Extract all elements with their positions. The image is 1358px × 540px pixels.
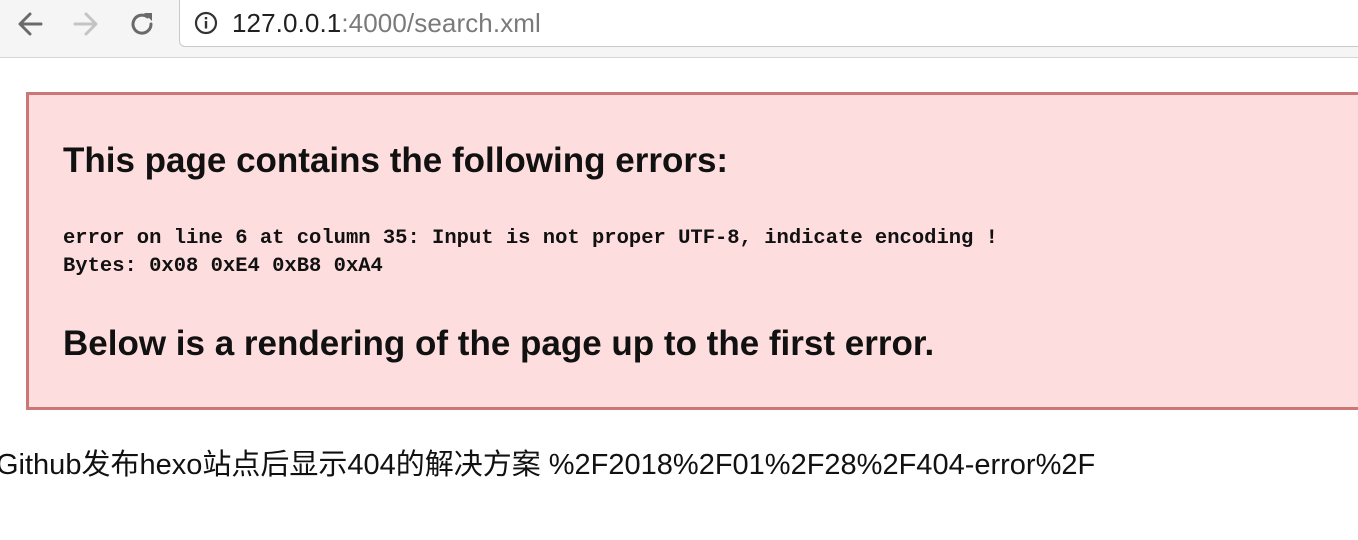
browser-toolbar: 127.0.0.1:4000/search.xml xyxy=(0,0,1358,58)
error-detail: error on line 6 at column 35: Input is n… xyxy=(63,225,998,281)
address-bar[interactable]: 127.0.0.1:4000/search.xml xyxy=(179,0,1358,47)
reload-button[interactable] xyxy=(124,6,160,42)
arrow-left-icon xyxy=(18,12,43,36)
forward-button[interactable] xyxy=(68,6,104,42)
reload-icon xyxy=(131,13,153,35)
arrow-right-icon xyxy=(73,12,98,36)
xml-error-box: This page contains the following errors:… xyxy=(26,92,1358,410)
error-heading: This page contains the following errors: xyxy=(63,141,729,180)
url-text[interactable]: 127.0.0.1:4000/search.xml xyxy=(232,8,541,38)
error-bytes-line: Bytes: 0x08 0xE4 0xB8 0xA4 xyxy=(63,255,383,278)
back-button[interactable] xyxy=(12,6,48,42)
rendered-page-text: Github发布hexo站点后显示404的解决方案 %2F2018%2F01%2… xyxy=(0,449,1096,481)
url-path: :4000/search.xml xyxy=(341,8,541,38)
url-host: 127.0.0.1 xyxy=(232,8,342,38)
error-detail-line: error on line 6 at column 35: Input is n… xyxy=(63,227,998,250)
error-footer: Below is a rendering of the page up to t… xyxy=(63,324,935,363)
info-circle-icon[interactable] xyxy=(194,11,218,35)
